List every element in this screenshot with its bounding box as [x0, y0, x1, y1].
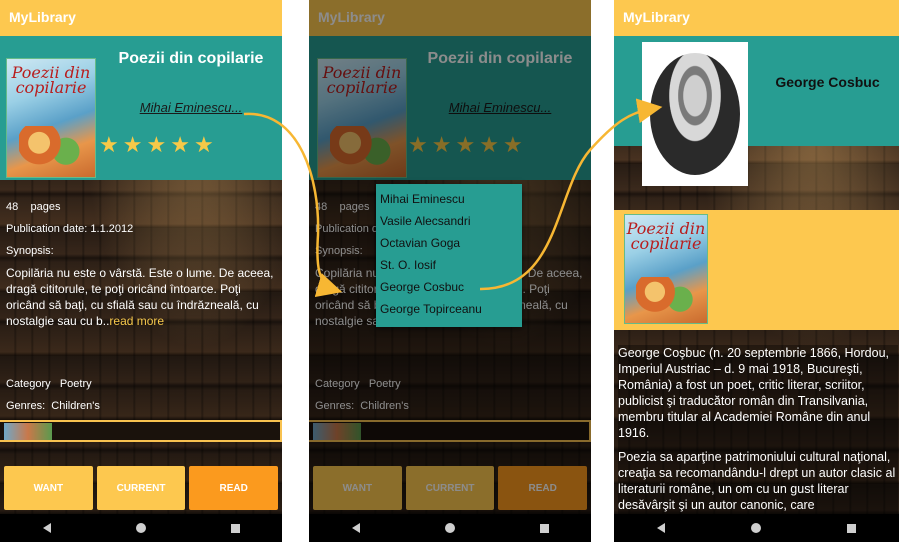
portrait-photo — [650, 53, 740, 175]
app-bar: MyLibrary — [0, 0, 282, 36]
author-portrait — [642, 42, 748, 186]
read-button[interactable]: READ — [189, 466, 279, 510]
recent-apps-icon[interactable] — [847, 523, 856, 533]
star-icon[interactable]: ★ — [170, 134, 190, 156]
menu-item-author[interactable]: Octavian Goga — [376, 232, 522, 254]
author-books-panel: Poezii din copilarie — [614, 210, 899, 330]
menu-item-author[interactable]: Mihai Eminescu — [376, 188, 522, 210]
pages-label: pages — [30, 201, 61, 213]
current-button[interactable]: CURRENT — [96, 466, 186, 510]
category-value: Poetry — [59, 378, 92, 390]
app-title: MyLibrary — [623, 9, 690, 25]
cover-illustration — [636, 276, 699, 315]
phone-screen-book-details: MyLibrary Poezii din copilarie Poezii di… — [0, 0, 282, 542]
system-nav-bar — [614, 514, 899, 542]
recent-apps-icon[interactable] — [539, 523, 549, 533]
phone-screen-author-page: MyLibrary George Cosbuc Poezii din copil… — [614, 0, 899, 542]
cover-illustration — [19, 126, 87, 168]
genres-label: Genres: — [6, 400, 46, 412]
menu-item-author[interactable]: George Cosbuc — [376, 276, 522, 298]
publication-label: Publication date: — [6, 223, 88, 235]
cover-title: Poezii din copilarie — [11, 63, 91, 97]
category-label: Category — [6, 378, 51, 390]
related-books-strip[interactable] — [0, 420, 282, 442]
category-row: Category Poetry — [6, 378, 92, 390]
star-icon[interactable]: ★ — [146, 134, 166, 156]
phone-screen-author-dropdown: MyLibrary Poezii din copilarie Poezii di… — [309, 0, 591, 542]
bio-paragraph: Poezia sa aparţine patrimoniului cultura… — [618, 450, 896, 512]
back-icon[interactable] — [351, 523, 360, 533]
app-title: MyLibrary — [9, 9, 76, 25]
rating-stars[interactable]: ★ ★ ★ ★ ★ — [99, 134, 214, 156]
book-cover[interactable]: Poezii din copilarie — [624, 214, 708, 324]
synopsis-text: Copilăria nu este o vârstă. Este o lume.… — [6, 265, 276, 329]
author-biography: George Coşbuc (n. 20 septembrie 1866, Ho… — [618, 345, 898, 521]
bio-paragraph: George Coşbuc (n. 20 septembrie 1866, Ho… — [618, 346, 889, 440]
star-icon[interactable]: ★ — [123, 134, 143, 156]
system-nav-bar — [0, 514, 282, 542]
cover-title: Poezii din copilarie — [626, 219, 706, 253]
menu-item-author[interactable]: Vasile Alecsandri — [376, 210, 522, 232]
book-title: Poezii din copilarie — [118, 50, 264, 67]
pages-row: 48 pages — [6, 201, 60, 213]
author-dropdown-menu: Mihai Eminescu Vasile Alecsandri Octavia… — [376, 184, 522, 327]
genres-row: Genres: Children's — [6, 400, 100, 412]
home-icon[interactable] — [751, 523, 761, 533]
author-name: George Cosbuc — [775, 74, 880, 90]
star-icon[interactable]: ★ — [194, 134, 214, 156]
synopsis-label: Synopsis: — [6, 245, 54, 257]
back-icon[interactable] — [657, 523, 665, 533]
publication-date: 1.1.2012 — [90, 223, 134, 235]
back-icon[interactable] — [42, 523, 51, 533]
publication-row: Publication date: 1.1.2012 — [6, 223, 133, 235]
read-more-link[interactable]: read more — [109, 314, 164, 328]
pages-count: 48 — [6, 201, 19, 213]
related-book-thumbnail[interactable] — [4, 423, 52, 440]
home-icon[interactable] — [135, 523, 146, 533]
menu-item-author[interactable]: St. O. Iosif — [376, 254, 522, 276]
author-link[interactable]: Mihai Eminescu... — [100, 100, 282, 115]
home-icon[interactable] — [444, 523, 455, 533]
menu-item-author[interactable]: George Topirceanu — [376, 298, 522, 320]
book-cover: Poezii din copilarie — [6, 58, 96, 178]
want-button[interactable]: WANT — [4, 466, 93, 510]
status-button-bar: WANT CURRENT READ — [0, 462, 282, 514]
app-bar: MyLibrary — [614, 0, 899, 36]
genres-value: Children's — [51, 400, 100, 412]
system-nav-bar — [309, 514, 591, 542]
star-icon[interactable]: ★ — [99, 134, 119, 156]
book-header-card: Poezii din copilarie Poezii din copilari… — [0, 36, 282, 180]
recent-apps-icon[interactable] — [230, 523, 240, 533]
